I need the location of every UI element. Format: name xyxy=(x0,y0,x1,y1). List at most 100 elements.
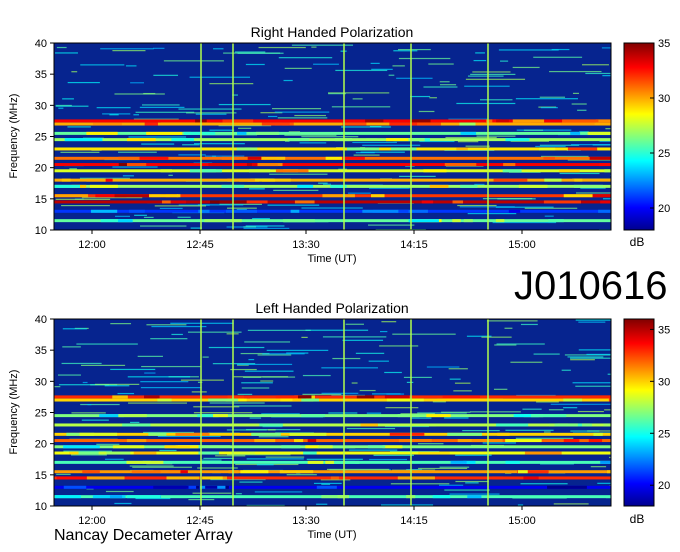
noise-streak xyxy=(469,411,521,413)
noise-streak xyxy=(384,371,402,374)
noise-streak xyxy=(510,361,543,363)
band-segment xyxy=(161,200,172,204)
y-tick-label: 15 xyxy=(35,470,47,482)
band-segment xyxy=(595,119,611,123)
noise-streak xyxy=(359,389,376,392)
band-segment xyxy=(166,476,200,480)
band-segment xyxy=(600,200,611,204)
band-segment xyxy=(297,184,314,188)
band-segment xyxy=(505,439,542,443)
noise-streak xyxy=(352,141,397,144)
interference-line xyxy=(343,319,345,506)
noise-streak xyxy=(371,68,393,70)
band-segment xyxy=(590,395,611,399)
noise-streak xyxy=(186,112,237,114)
noise-streak xyxy=(151,325,207,328)
noise-streak xyxy=(410,95,431,98)
noise-streak xyxy=(71,71,78,73)
noise-streak xyxy=(244,370,294,372)
noise-streak xyxy=(193,412,253,414)
noise-streak xyxy=(544,215,554,217)
noise-streak xyxy=(381,504,434,506)
noise-streak xyxy=(352,98,363,100)
noise-streak xyxy=(368,224,415,226)
band-segment xyxy=(54,184,80,188)
noise-streak xyxy=(392,65,405,67)
noise-streak xyxy=(274,111,330,113)
noise-streak xyxy=(140,381,189,383)
noise-streak xyxy=(227,207,257,209)
band-segment xyxy=(389,432,425,436)
noise-streak xyxy=(201,459,222,461)
band-segment xyxy=(493,178,528,182)
band-segment xyxy=(257,163,279,167)
band-segment xyxy=(563,439,580,443)
noise-streak xyxy=(417,443,444,445)
frequency-band xyxy=(54,219,611,223)
noise-streak xyxy=(254,491,303,493)
noise-streak xyxy=(572,382,611,384)
noise-streak xyxy=(57,374,81,376)
y-tick-label: 15 xyxy=(35,194,47,206)
band-segment xyxy=(279,470,314,474)
noise-streak xyxy=(163,60,224,62)
noise-streak xyxy=(245,63,265,66)
noise-streak xyxy=(249,188,265,190)
band-segment xyxy=(410,119,431,123)
noise-streak xyxy=(302,393,342,395)
band-segment xyxy=(398,439,432,443)
noise-streak xyxy=(444,417,469,419)
band-segment xyxy=(496,423,529,427)
band-segment xyxy=(126,476,165,480)
y-tick-label: 35 xyxy=(35,69,47,81)
x-tick-label: 12:45 xyxy=(186,239,214,251)
noise-streak xyxy=(515,98,578,100)
noise-streak xyxy=(140,225,187,227)
noise-streak xyxy=(386,393,405,395)
y-tick-label: 30 xyxy=(35,100,47,112)
noise-streak xyxy=(311,46,317,48)
noise-streak xyxy=(128,402,188,404)
band-segment xyxy=(254,439,276,443)
noise-streak xyxy=(249,417,262,419)
band-segment xyxy=(459,122,476,126)
colorbar-unit: dB xyxy=(630,512,645,526)
y-tick-label: 10 xyxy=(35,225,47,237)
band-segment xyxy=(297,395,312,399)
band-segment xyxy=(547,485,569,489)
noise-streak xyxy=(56,473,71,475)
noise-streak xyxy=(575,192,611,194)
band-segment xyxy=(356,395,375,399)
noise-streak xyxy=(396,77,433,79)
band-segment xyxy=(307,460,324,464)
band-segment xyxy=(148,432,167,436)
band-segment xyxy=(442,395,481,399)
noise-streak xyxy=(392,333,456,335)
noise-streak xyxy=(533,353,560,355)
band-segment xyxy=(249,169,271,173)
noise-streak xyxy=(322,183,331,185)
noise-streak xyxy=(341,126,391,128)
band-segment xyxy=(86,131,118,135)
band-segment xyxy=(106,451,131,455)
noise-streak xyxy=(141,104,180,106)
noise-streak xyxy=(81,197,143,199)
band-segment xyxy=(78,451,103,455)
noise-streak xyxy=(535,145,566,148)
noise-streak xyxy=(302,374,331,377)
noise-streak xyxy=(301,136,359,138)
band-segment xyxy=(365,119,384,123)
band-segment xyxy=(599,163,611,167)
colorbar-tick-label: 30 xyxy=(658,376,670,388)
noise-streak xyxy=(60,151,100,153)
band-segment xyxy=(259,423,283,427)
noise-streak xyxy=(454,382,471,384)
frequency-band xyxy=(54,169,611,173)
noise-streak xyxy=(355,352,385,354)
noise-streak xyxy=(62,328,87,330)
band-segment xyxy=(183,131,216,135)
band-segment xyxy=(55,194,89,198)
noise-streak xyxy=(76,343,138,345)
noise-streak xyxy=(159,449,177,452)
noise-streak xyxy=(482,198,533,200)
